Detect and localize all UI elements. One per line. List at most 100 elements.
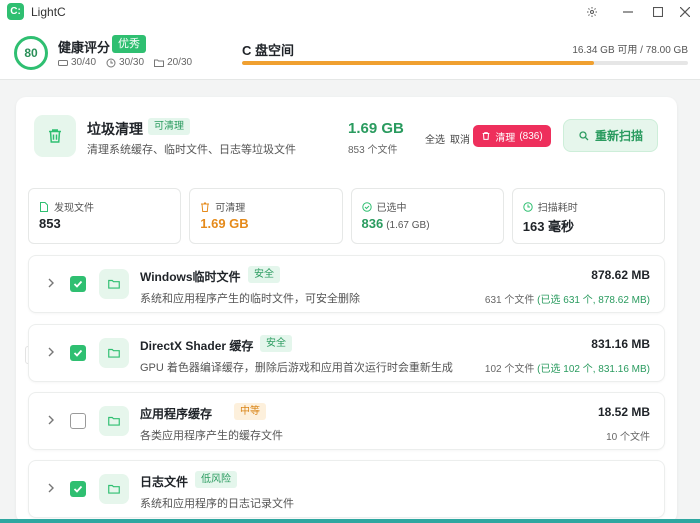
row-title: Windows临时文件	[140, 270, 241, 284]
health-score-ring: 80	[14, 36, 48, 70]
rescan-label: 重新扫描	[594, 129, 643, 143]
row-description: 各类应用程序产生的缓存文件	[140, 430, 283, 442]
folder-icon	[99, 269, 129, 299]
row-size: 878.62 MB	[591, 268, 650, 282]
row-count: 10 个文件	[606, 432, 650, 443]
row-selected: (已选 102 个, 831.16 MB)	[537, 364, 650, 375]
card-cleanable: 可清理 1.69 GB	[189, 188, 343, 244]
row-detail: 10 个文件	[606, 428, 650, 443]
folder-icon	[99, 474, 129, 504]
card-scan-time: 扫描耗时 163 毫秒	[511, 188, 665, 244]
chevron-right-icon[interactable]	[45, 414, 57, 426]
health-title: 健康评分	[58, 40, 111, 55]
row-risk-badge: 低风险	[195, 471, 237, 488]
app-title: LightC	[31, 5, 66, 19]
card-label: 已选中	[376, 203, 407, 214]
card-value: 1.69 GB	[200, 216, 249, 231]
row-detail: 631 个文件 (已选 631 个, 878.62 MB)	[485, 291, 650, 306]
folder-icon	[99, 406, 129, 436]
row-selected: (已选 631 个, 878.62 MB)	[537, 295, 650, 306]
search-icon	[579, 130, 589, 140]
card-selected: 已选中 836 (1.67 GB)	[350, 188, 504, 244]
row-detail: 102 个文件 (已选 102 个, 831.16 MB)	[485, 360, 650, 375]
health-badge: 优秀	[112, 35, 146, 53]
minimize-button[interactable]	[617, 2, 639, 22]
card-label: 可清理	[215, 203, 246, 214]
stat-value: 30/40	[71, 57, 97, 68]
stat-value: 30/30	[119, 57, 145, 68]
clean-count: (836)	[519, 130, 543, 142]
card-sub-value: (1.67 GB)	[386, 220, 430, 231]
junk-total-size: 1.69 GB	[348, 120, 404, 137]
status-header: 80 健康评分 优秀 30/40 30/30 20/30 C 盘空间 16.34…	[0, 24, 700, 80]
row-size: 831.16 MB	[591, 337, 650, 351]
row-size: 18.52 MB	[597, 405, 650, 419]
junk-file-count: 853 个文件	[348, 145, 398, 156]
chevron-right-icon[interactable]	[45, 482, 57, 494]
row-title: 应用程序缓存	[140, 407, 213, 421]
c-drive-title: C 盘空间	[242, 43, 295, 58]
card-value: 853	[39, 216, 61, 231]
close-button[interactable]	[674, 2, 696, 22]
row-checkbox[interactable]	[70, 276, 86, 292]
card-value: 163 毫秒	[522, 219, 575, 234]
card-value-wrap: 836 (1.67 GB)	[362, 216, 430, 231]
row-risk-badge: 中等	[234, 403, 266, 420]
select-all-link[interactable]: 全选	[425, 131, 445, 146]
rescan-button[interactable]: 重新扫描	[563, 119, 658, 152]
clock-icon	[106, 58, 116, 67]
trash-icon	[482, 132, 490, 140]
row-title: DirectX Shader 缓存	[140, 339, 254, 353]
junk-title: 垃圾清理	[87, 121, 143, 137]
card-label: 发现文件	[54, 203, 94, 214]
row-description: 系统和应用程序的日志记录文件	[140, 498, 294, 510]
c-drive-usage-fill	[242, 61, 595, 65]
file-icon	[40, 201, 48, 212]
list-item[interactable]: Windows临时文件 安全 系统和应用程序产生的临时文件，可安全删除 878.…	[28, 255, 665, 313]
chevron-right-icon[interactable]	[45, 277, 57, 289]
list-item[interactable]: 日志文件 低风险 系统和应用程序的日志记录文件	[28, 460, 665, 518]
app-logo: C:	[7, 3, 24, 20]
stat-value: 20/30	[167, 57, 193, 68]
row-description: 系统和应用程序产生的临时文件，可安全删除	[140, 293, 360, 305]
cancel-selection-link[interactable]: 取消	[450, 131, 470, 146]
list-item[interactable]: 应用程序缓存 中等 各类应用程序产生的缓存文件 18.52 MB 10 个文件	[28, 392, 665, 450]
list-item[interactable]: DirectX Shader 缓存 安全 GPU 着色器编译缓存，删除后游戏和应…	[28, 324, 665, 382]
chevron-right-icon[interactable]	[45, 346, 57, 358]
stat-clock: 30/30	[106, 57, 144, 68]
folder-icon	[154, 59, 165, 67]
disk-icon	[58, 59, 68, 66]
stat-folder: 20/30	[154, 57, 192, 68]
clock-icon	[523, 201, 533, 212]
junk-clean-panel: 垃圾清理 可清理 清理系统缓存、临时文件、日志等垃圾文件 1.69 GB 853…	[16, 97, 677, 523]
trash-icon	[34, 115, 76, 157]
row-checkbox[interactable]	[70, 413, 86, 429]
card-found-files: 发现文件 853	[28, 188, 182, 244]
row-checkbox[interactable]	[70, 345, 86, 361]
card-label: 扫描耗时	[537, 203, 578, 214]
c-drive-usage: 16.34 GB 可用 / 78.00 GB	[572, 45, 688, 56]
card-value: 836	[361, 216, 384, 231]
trash-icon	[201, 202, 210, 212]
health-stats: 30/40 30/30 20/30	[58, 57, 192, 68]
c-drive-usage-bar	[242, 61, 688, 65]
title-bar: C: LightC	[0, 0, 700, 24]
clean-button[interactable]: 清理 (836)	[473, 125, 551, 147]
junk-description: 清理系统缓存、临时文件、日志等垃圾文件	[87, 144, 296, 156]
folder-icon	[99, 338, 129, 368]
row-description: GPU 着色器编译缓存，删除后游戏和应用首次运行时会重新生成	[140, 362, 453, 374]
clean-label: 清理	[495, 132, 516, 144]
row-risk-badge: 安全	[248, 266, 280, 283]
window-bottom-edge	[0, 519, 700, 523]
maximize-button[interactable]	[647, 2, 669, 22]
row-checkbox[interactable]	[70, 481, 86, 497]
settings-icon[interactable]	[581, 2, 603, 22]
row-title: 日志文件	[140, 475, 189, 489]
check-circle-icon	[361, 201, 372, 212]
row-count: 102 个文件	[484, 364, 535, 375]
row-risk-badge: 安全	[260, 335, 292, 352]
stat-disk: 30/40	[58, 57, 96, 68]
junk-badge: 可清理	[148, 118, 190, 135]
stat-cards: 发现文件 853 可清理 1.69 GB 已选中 836 (1.67 GB) 扫描…	[28, 188, 665, 244]
row-count: 631 个文件	[484, 295, 535, 306]
